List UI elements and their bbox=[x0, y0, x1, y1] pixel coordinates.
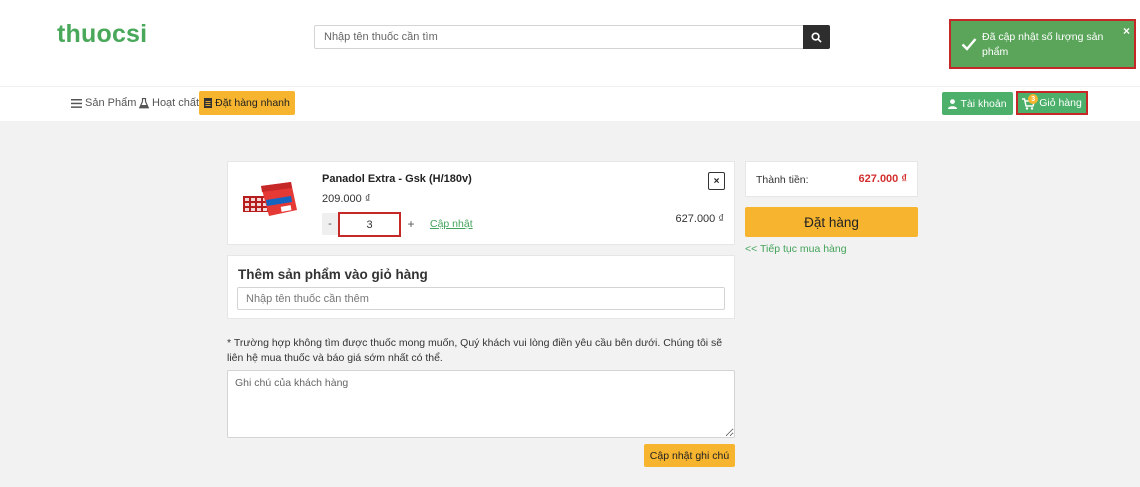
toast-notification: Đã cập nhật số lượng sản phẩm × bbox=[949, 19, 1136, 69]
cart-item-card: Panadol Extra - Gsk (H/180v) 209.000 ₫ -… bbox=[227, 161, 735, 245]
summary-total-label: Thành tiền: bbox=[756, 174, 809, 186]
remove-item-button[interactable]: × bbox=[708, 172, 725, 190]
navbar: Sản Phẩm Hoạt chất Đặt hàng nhanh Tài kh… bbox=[0, 86, 1140, 121]
quantity-input[interactable] bbox=[338, 212, 401, 237]
product-image bbox=[243, 182, 297, 216]
quick-order-label: Đặt hàng nhanh bbox=[215, 97, 290, 109]
toast-close-button[interactable]: × bbox=[1123, 24, 1130, 38]
close-icon: × bbox=[713, 175, 720, 187]
search-icon bbox=[811, 31, 822, 43]
menu-icon bbox=[71, 98, 82, 108]
check-icon bbox=[961, 38, 977, 51]
product-unit-price: 209.000 ₫ bbox=[322, 193, 371, 205]
continue-shopping-link[interactable]: << Tiếp tục mua hàng bbox=[745, 243, 847, 255]
search-bar bbox=[314, 25, 830, 49]
account-button[interactable]: Tài khoản bbox=[942, 92, 1013, 115]
product-name[interactable]: Panadol Extra - Gsk (H/180v) bbox=[322, 173, 472, 185]
user-icon bbox=[948, 98, 958, 109]
flask-icon bbox=[139, 97, 149, 108]
search-button[interactable] bbox=[803, 25, 830, 49]
order-summary: Thành tiền: 627.000 ₫ bbox=[745, 161, 918, 197]
toast-message: Đã cập nhật số lượng sản phẩm bbox=[982, 31, 1104, 58]
add-product-card: Thêm sản phẩm vào giỏ hàng bbox=[227, 255, 735, 319]
add-product-title: Thêm sản phẩm vào giỏ hàng bbox=[238, 267, 428, 282]
search-input[interactable] bbox=[315, 26, 795, 48]
cart-count-badge: 3 bbox=[1028, 94, 1039, 104]
quick-order-button[interactable]: Đặt hàng nhanh bbox=[199, 91, 295, 115]
account-label: Tài khoản bbox=[960, 97, 1007, 110]
quantity-increase-button[interactable]: + bbox=[403, 213, 419, 235]
place-order-button[interactable]: Đặt hàng bbox=[745, 207, 918, 237]
logo[interactable]: thuocsi bbox=[57, 20, 147, 49]
add-product-input[interactable] bbox=[237, 287, 725, 310]
document-icon bbox=[204, 98, 213, 108]
nav-products[interactable]: Sản Phẩm bbox=[71, 97, 136, 109]
nav-ingredients[interactable]: Hoạt chất bbox=[139, 97, 199, 109]
summary-total-value: 627.000 ₫ bbox=[858, 173, 907, 185]
cart-button[interactable]: 3 Giỏ hàng bbox=[1016, 91, 1088, 115]
cart-label: Giỏ hàng bbox=[1039, 97, 1082, 109]
note-instruction: * Trường hợp không tìm được thuốc mong m… bbox=[227, 337, 723, 364]
update-quantity-link[interactable]: Cập nhật bbox=[430, 218, 473, 230]
nav-ingredients-label: Hoạt chất bbox=[152, 97, 200, 109]
update-note-button[interactable]: Cập nhật ghi chú bbox=[644, 444, 735, 467]
line-total: 627.000 ₫ bbox=[675, 213, 724, 225]
customer-note-textarea[interactable] bbox=[227, 370, 735, 438]
cart-icon-wrapper: 3 bbox=[1022, 94, 1039, 110]
quantity-decrease-button[interactable]: - bbox=[322, 213, 338, 235]
nav-products-label: Sản Phẩm bbox=[85, 97, 137, 109]
